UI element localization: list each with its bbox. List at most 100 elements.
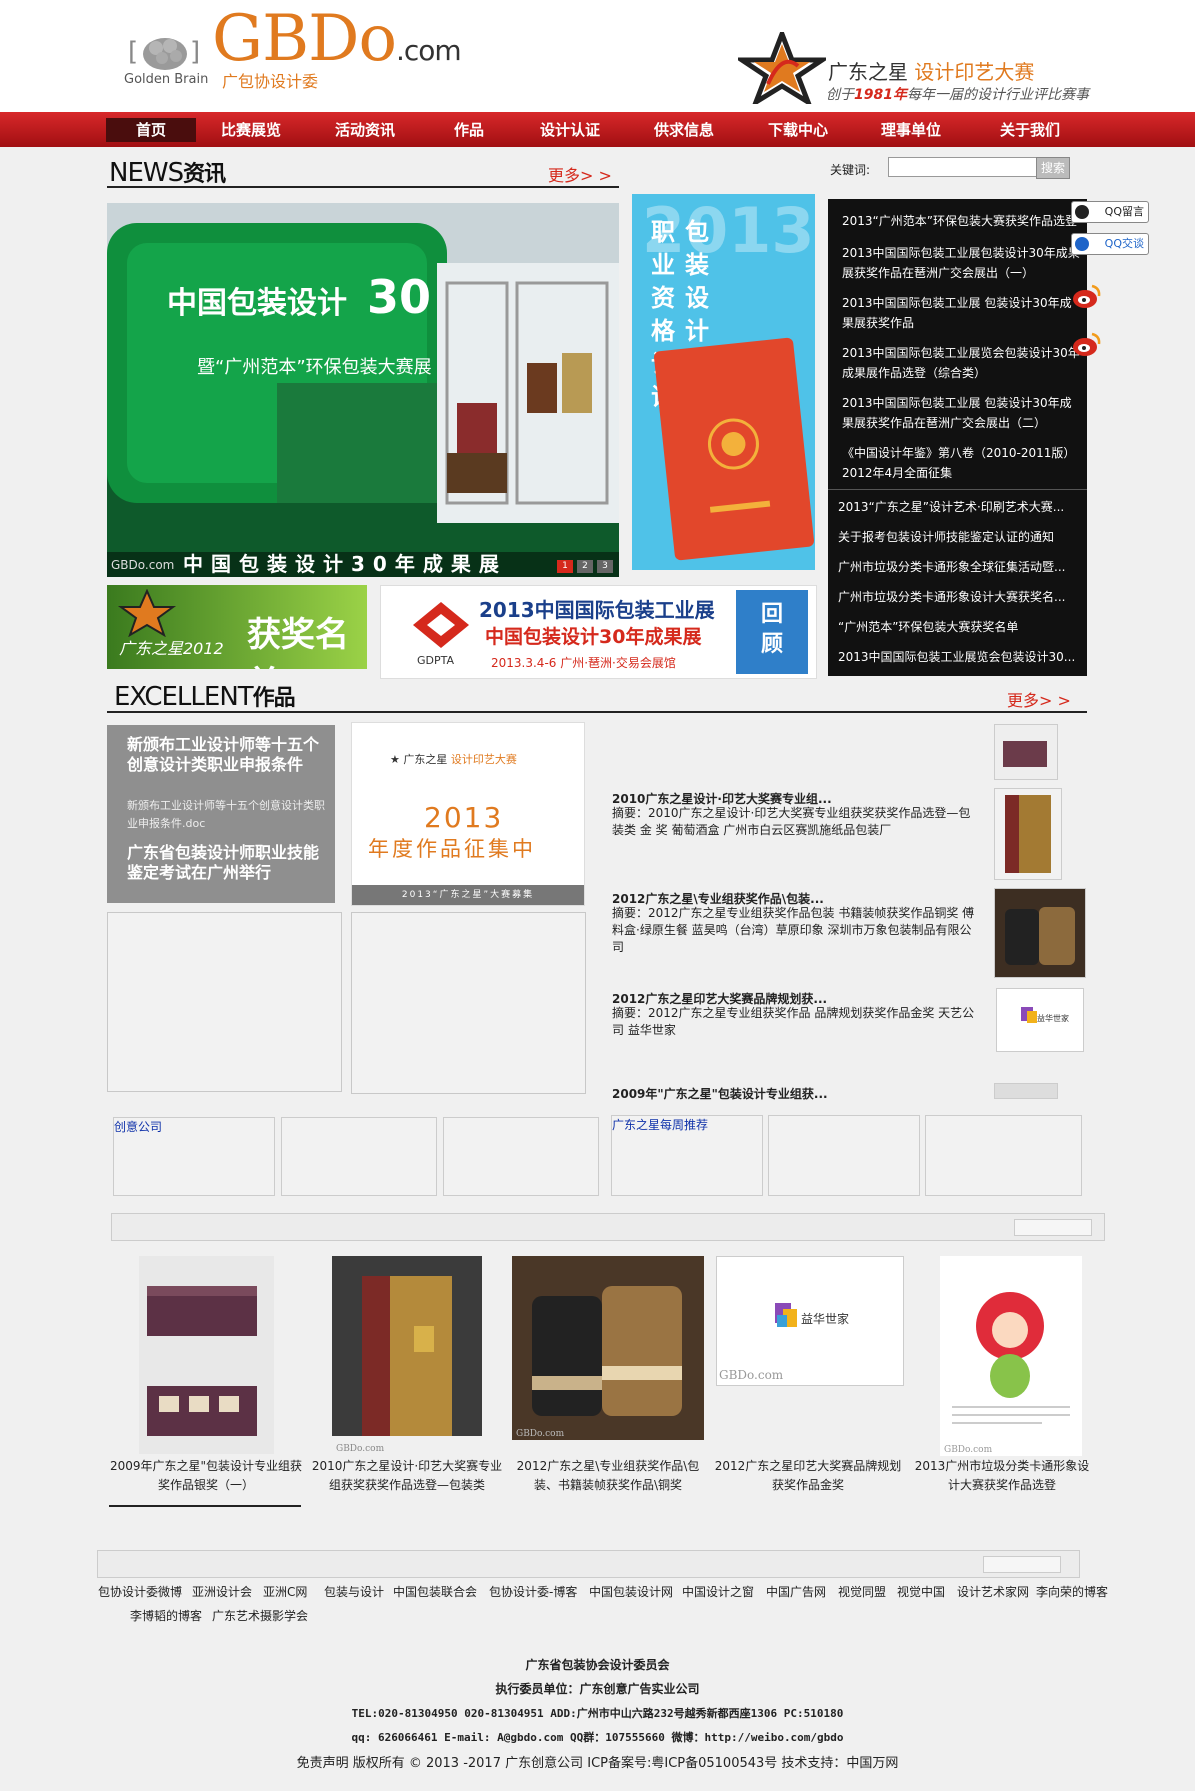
gallery-caption[interactable]: 2009年广东之星"包装设计专业组获奖作品银奖（一） — [108, 1457, 304, 1495]
gallery-control[interactable] — [1014, 1219, 1092, 1236]
nav-events[interactable]: 活动资讯 — [320, 118, 410, 142]
gallery-caption[interactable]: 2012广东之星印艺大奖赛品牌规划获奖作品金奖 — [712, 1457, 904, 1495]
news-item[interactable]: 广州市垃圾分类卡通形象全球征集活动暨... — [838, 559, 1083, 575]
news-item[interactable]: 广州市垃圾分类卡通形象设计大赛获奖名... — [838, 589, 1083, 605]
award-list-banner[interactable]: 获奖名单 广东之星2012 — [107, 585, 367, 669]
nav-exhibitions[interactable]: 比赛展览 — [206, 118, 296, 142]
links-toolbar — [97, 1550, 1080, 1578]
partner-box — [281, 1117, 437, 1196]
gallery-image[interactable]: GBDo.com — [940, 1256, 1082, 1456]
qq-chat-button[interactable]: QQ交谈 — [1071, 233, 1149, 255]
friend-link[interactable]: 包协设计委-博客 — [489, 1583, 577, 1600]
nav-members[interactable]: 理事单位 — [866, 118, 956, 142]
search-button[interactable]: 搜索 — [1036, 157, 1070, 179]
nav-works[interactable]: 作品 — [424, 118, 514, 142]
works-more-link[interactable]: 更多> > — [1007, 687, 1071, 711]
news-list: 2013“广州范本”环保包装大赛获奖作品选登 2013中国国际包装工业展包装设计… — [828, 199, 1087, 676]
news-more-link[interactable]: 更多> > — [548, 162, 612, 186]
friend-link[interactable]: 中国包装联合会 — [393, 1583, 477, 1600]
doc-title[interactable]: 广东省包装设计师职业技能鉴定考试在广州举行 — [127, 843, 325, 883]
svg-text:暨“广州范本”环保包装大赛展: 暨“广州范本”环保包装大赛展 — [197, 357, 432, 378]
doc-title[interactable]: 新颁布工业设计师等十五个创意设计类职业申报条件 — [127, 735, 325, 775]
news-item[interactable]: 2013“广东之星”设计艺术·印刷艺术大赛... — [838, 499, 1083, 515]
news-item[interactable]: 关于报考包装设计师技能鉴定认证的通知 — [838, 529, 1083, 545]
news-item[interactable]: 2013“广州范本”环保包装大赛获奖作品选登 — [842, 211, 1082, 231]
gallery-image[interactable]: GBDo.com — [332, 1256, 482, 1456]
footer-copyright[interactable]: 免责声明 版权所有 © 2013 -2017 广东创意公司 ICP备案号:粤IC… — [0, 1752, 1195, 1771]
nav-downloads[interactable]: 下载中心 — [753, 118, 843, 142]
work-thumbnail[interactable] — [994, 788, 1062, 880]
expo-banner[interactable]: 2013中国国际包装工业展 中国包装设计30年成果展 GDPTA 2013.3.… — [380, 585, 817, 679]
award-year: 广东之星2012 — [119, 639, 224, 658]
svg-text:中国包装设计: 中国包装设计 — [167, 286, 347, 321]
nav-supply[interactable]: 供求信息 — [639, 118, 729, 142]
news-hero-image[interactable]: 中国包装设计 30 暨“广州范本”环保包装大赛展 — [107, 203, 619, 577]
gallery-caption[interactable]: 2013广州市垃圾分类卡通形象设计大赛获奖作品选登 — [912, 1457, 1092, 1495]
contest-tagline: 创于1981年每年一届的设计行业评比赛事 — [826, 84, 1089, 104]
gallery-image[interactable]: GBDo.com — [512, 1256, 704, 1440]
news-item[interactable]: 2013中国国际包装工业展包装设计30年成果展获奖作品在琶洲广交会展出（一） — [842, 243, 1082, 283]
news-item[interactable]: 2013中国国际包装工业展 包装设计30年成果展获奖作品 — [842, 293, 1082, 333]
friend-link[interactable]: 李向荣的博客 — [1036, 1583, 1108, 1600]
news-heading-cn: 资讯 — [183, 162, 226, 187]
friend-link[interactable]: 中国设计之窗 — [682, 1583, 754, 1600]
expo-title: 2013中国国际包装工业展 — [479, 598, 715, 622]
friend-link[interactable]: 包协设计委微博 — [98, 1583, 182, 1600]
weibo-icon[interactable] — [1072, 282, 1102, 310]
expo-date: 2013.3.4-6 广州·琶洲·交易会展馆 — [491, 656, 676, 670]
friend-link[interactable]: 设计艺术家网 — [957, 1583, 1029, 1600]
news-item[interactable]: 2013中国国际包装工业展览会包装设计30年成果展作品选登（综合类） — [842, 343, 1082, 383]
partner-label[interactable]: 创意公司 — [114, 1118, 162, 1135]
contest-title-b: 设计印艺大赛 — [914, 60, 1035, 84]
gallery-image[interactable]: 益华世家 GBDo.com — [716, 1256, 904, 1386]
friend-link[interactable]: 视觉中国 — [897, 1583, 945, 1600]
expo-review-text: 回顾 — [760, 602, 783, 657]
logo-suffix: .com — [396, 34, 462, 67]
work-thumbnail[interactable] — [994, 724, 1058, 780]
hero-page-1[interactable]: 1 — [557, 560, 573, 573]
expo-subtitle: 中国包装设计30年成果展 — [485, 626, 702, 648]
doc-filename[interactable]: 新颁布工业设计师等十五个创意设计类职业申报条件.doc — [127, 797, 325, 833]
call-for-entries-banner[interactable]: ★ 广东之星 设计印艺大赛 2013 年度作品征集中 2013“广东之星”大赛募… — [351, 722, 585, 906]
weibo-icon[interactable] — [1072, 330, 1102, 358]
work-thumbnail[interactable] — [994, 1083, 1058, 1099]
hero-watermark: GBDo.com — [111, 558, 175, 572]
work-thumbnail[interactable]: 益华世家 — [996, 988, 1084, 1052]
friend-link[interactable]: 广东艺术摄影学会 — [212, 1607, 308, 1624]
hero-page-2[interactable]: 2 — [577, 560, 593, 573]
work-thumbnail[interactable] — [994, 888, 1086, 978]
news-item[interactable]: “广州范本”环保包装大赛获奖名单 — [838, 619, 1083, 635]
friend-link[interactable]: 包装与设计 — [324, 1583, 384, 1600]
friend-link[interactable]: 李博韬的博客 — [130, 1607, 202, 1624]
gdpta-logo-icon — [413, 602, 469, 648]
work-summary: 摘要：2010广东之星设计·印艺大奖赛专业组获奖获奖作品选登—包装类 金 奖 葡… — [612, 806, 971, 837]
gallery-watermark: GBDo.com — [719, 1368, 784, 1382]
gallery-caption[interactable]: 2010广东之星设计·印艺大奖赛专业组获奖获奖作品选登—包装类 — [310, 1457, 504, 1495]
collect-logo-b: 设计印艺大赛 — [450, 753, 517, 766]
partner-box — [925, 1115, 1082, 1196]
partner-box — [443, 1117, 599, 1196]
nav-home[interactable]: 首页 — [106, 118, 196, 142]
friend-link[interactable]: 亚洲C网 — [263, 1583, 307, 1600]
friend-link[interactable]: 亚洲设计会 — [192, 1583, 252, 1600]
friend-link[interactable]: 中国包装设计网 — [589, 1583, 673, 1600]
qq-message-button[interactable]: QQ留言 — [1071, 201, 1149, 223]
nav-about[interactable]: 关于我们 — [980, 118, 1080, 142]
works-heading: EXCELLENT作品 — [114, 680, 296, 712]
works-divider — [107, 711, 1087, 713]
gallery-image[interactable] — [139, 1256, 274, 1454]
friend-link[interactable]: 中国广告网 — [766, 1583, 826, 1600]
partner-label[interactable]: 广东之星每周推荐 — [612, 1116, 708, 1133]
featured-doc-box[interactable]: 新颁布工业设计师等十五个创意设计类职业申报条件 新颁布工业设计师等十五个创意设计… — [107, 725, 335, 903]
certification-banner[interactable]: 2013 职业资格认证 包装设计师 — [632, 194, 815, 570]
nav-certification[interactable]: 设计认证 — [525, 118, 615, 142]
hero-page-3[interactable]: 3 — [597, 560, 613, 573]
news-item[interactable]: 2013中国国际包装工业展 包装设计30年成果展获奖作品在琶洲广交会展出（二） — [842, 393, 1082, 433]
friend-link[interactable]: 视觉同盟 — [838, 1583, 886, 1600]
gallery-caption[interactable]: 2012广东之星\专业组获奖作品\包装、书籍装帧获奖作品\铜奖 — [512, 1457, 704, 1495]
site-logo[interactable]: GBDo.com — [212, 2, 462, 76]
news-item[interactable]: 2013中国国际包装工业展览会包装设计30... — [838, 649, 1083, 665]
work-title[interactable]: 2009年"广东之星"包装设计专业组获... — [612, 1085, 992, 1102]
links-control[interactable] — [983, 1556, 1061, 1573]
news-item[interactable]: 《中国设计年鉴》第八卷（2010-2011版）2012年4月全面征集 — [842, 443, 1082, 483]
